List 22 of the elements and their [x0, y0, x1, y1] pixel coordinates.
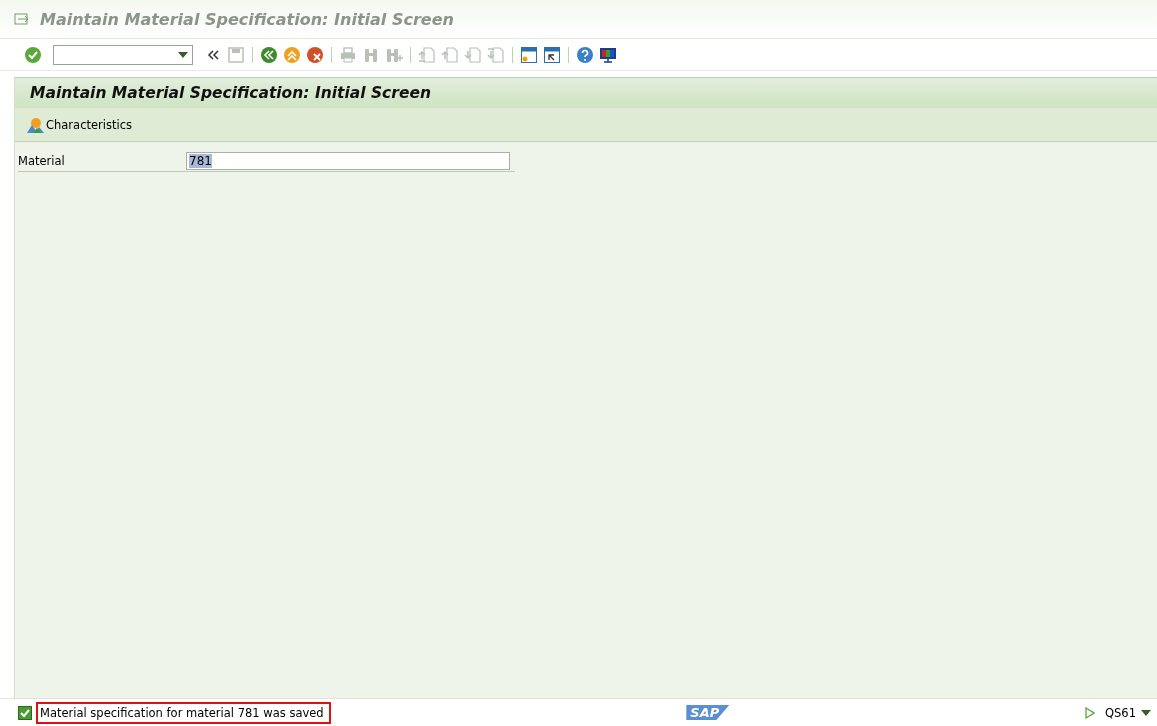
monitor-icon[interactable]	[599, 45, 617, 64]
new-window-icon[interactable]	[520, 45, 538, 64]
logo: SAP	[686, 705, 730, 720]
play-icon[interactable]	[1085, 706, 1095, 719]
system-name: QS61	[1105, 705, 1136, 720]
material-input[interactable]: 781	[186, 151, 510, 170]
help-icon[interactable]	[576, 45, 594, 64]
cancel-icon[interactable]	[306, 45, 324, 64]
command-field[interactable]	[53, 44, 193, 65]
exit-icon[interactable]	[283, 45, 301, 64]
dropdown-caret-icon[interactable]	[1141, 709, 1151, 716]
screen-title: Maintain Material Specification: Initial Screen	[30, 84, 431, 102]
field-label: Material	[18, 153, 66, 168]
back-icon[interactable]	[260, 45, 278, 64]
status-message: Material specification for material 781 was saved	[36, 701, 331, 724]
dropdown-caret-icon[interactable]	[178, 51, 188, 58]
window-title: Maintain Material Specification: Initial Screen	[40, 9, 454, 29]
mountains-icon	[27, 116, 44, 133]
checkmark-icon[interactable]	[24, 45, 42, 64]
menu-icon[interactable]	[14, 12, 30, 26]
shortcut-window-icon[interactable]	[543, 45, 561, 64]
characteristics-button[interactable]: Characteristics	[27, 116, 132, 133]
